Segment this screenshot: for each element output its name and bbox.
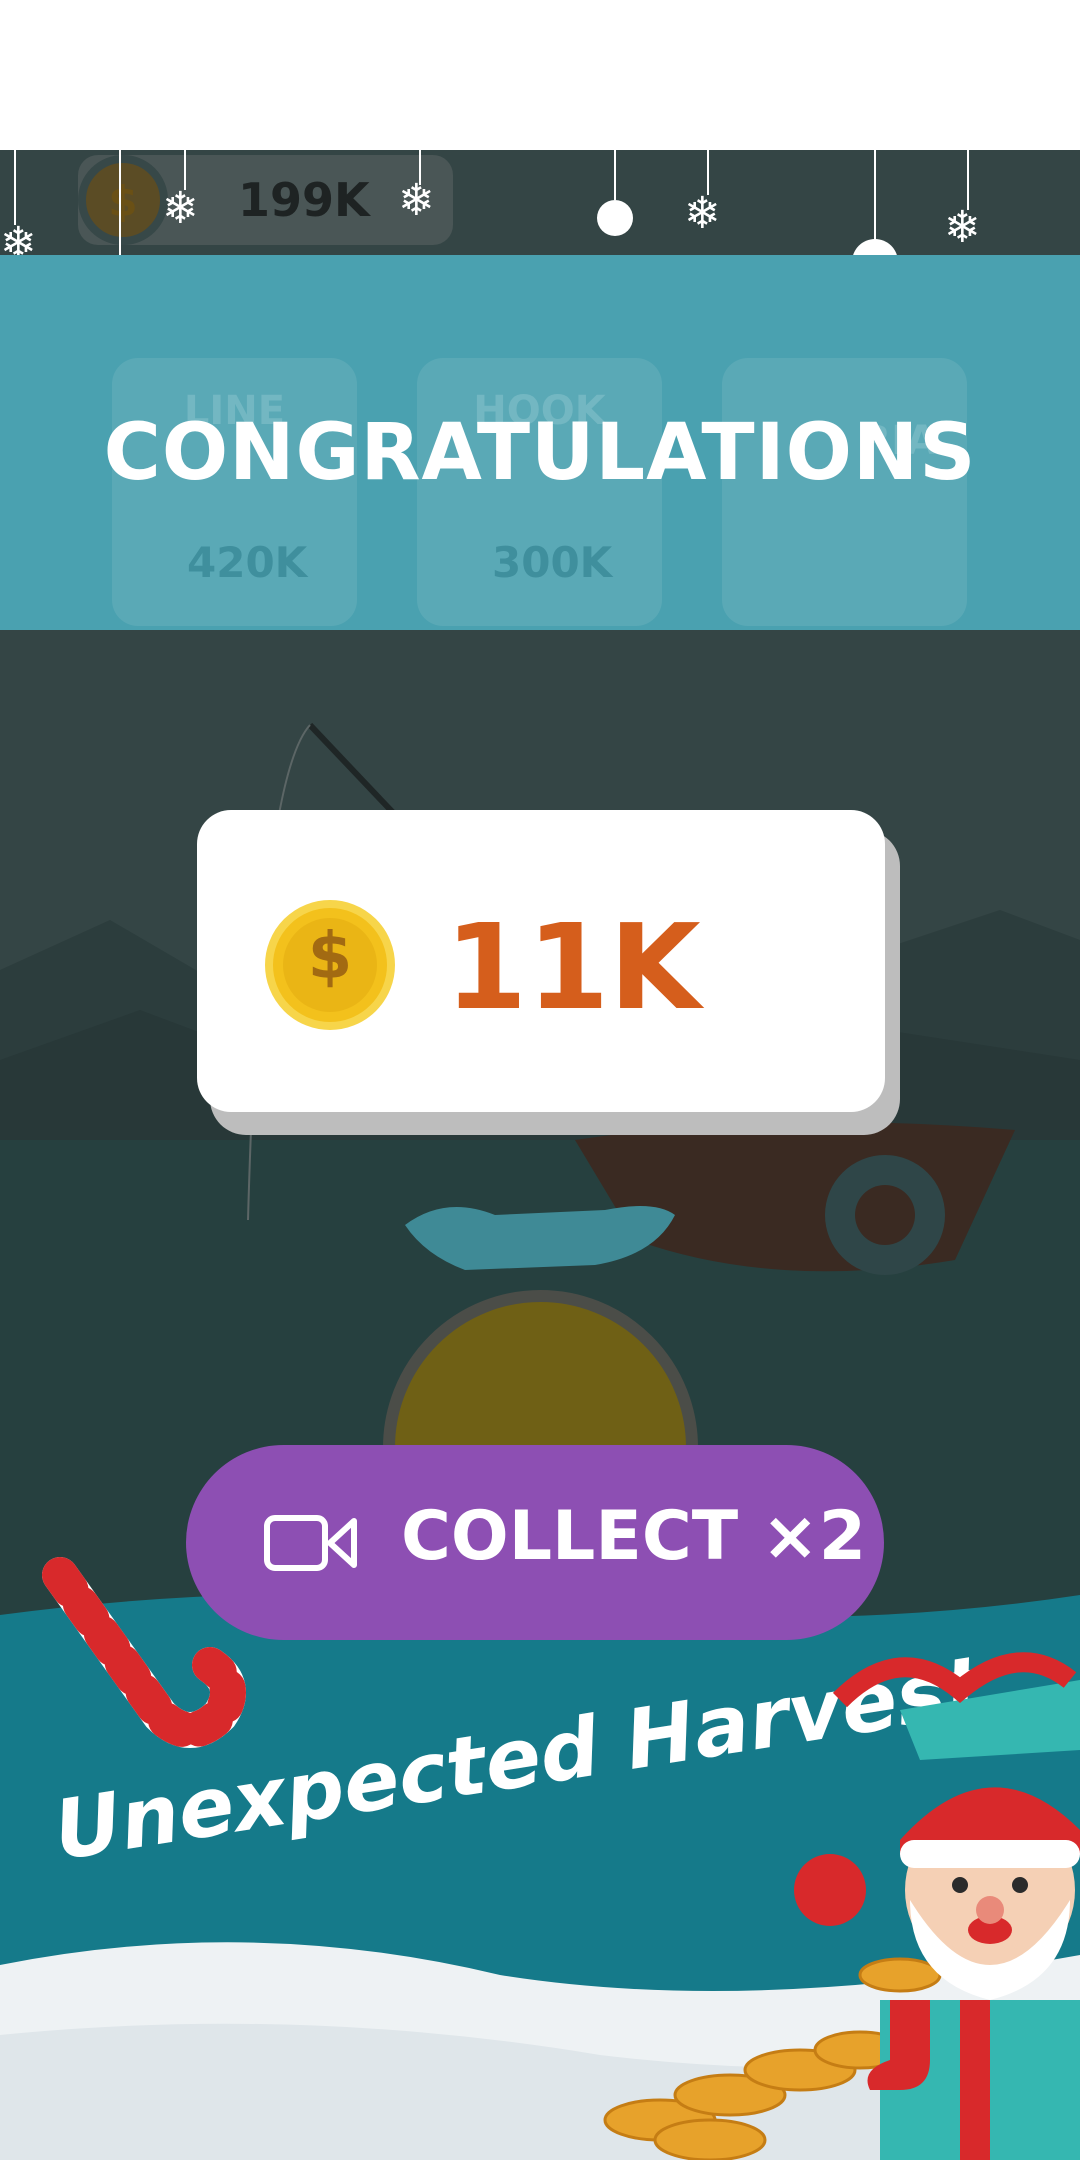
gold-coin-icon: $ [265,900,395,1030]
collect-button-label: COLLECT ×2 [401,1497,867,1576]
collect-x2-button[interactable]: COLLECT ×2 [186,1445,884,1640]
svg-text:❄: ❄ [684,188,721,239]
game-screen: $ 199K ❄ ❄ ❄ ❄ ❄ LINE 420K HOOK 300K RIA… [0,0,1080,2160]
upgrade-card-price: 420K [187,538,308,587]
svg-text:❄: ❄ [398,175,435,226]
candy-cane-icon [42,1557,246,1748]
reward-amount: 11K [445,898,701,1036]
svg-text:❄: ❄ [162,183,199,234]
hand-icon [405,1206,675,1270]
upgrade-card-price: 300K [492,538,613,587]
dialog-title: CONGRATULATIONS [103,408,977,498]
santa-gift-illustration [603,1652,1080,2160]
video-camera-icon [264,1515,357,1571]
svg-text:❄: ❄ [944,202,981,253]
